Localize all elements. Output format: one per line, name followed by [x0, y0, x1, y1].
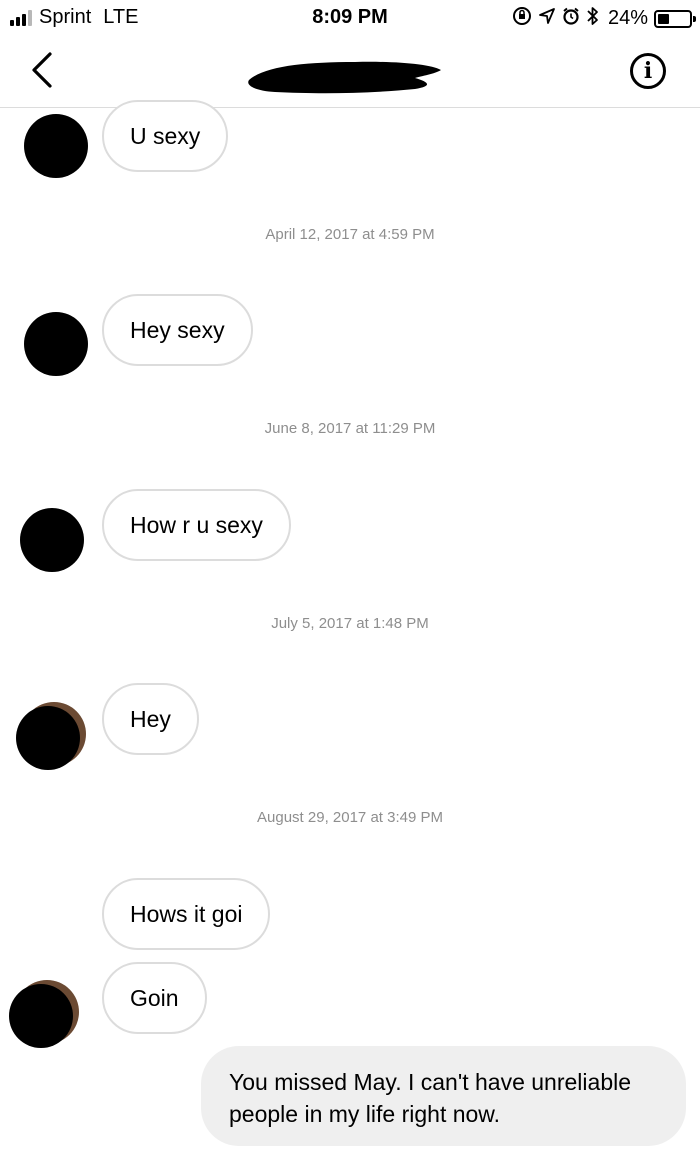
- chevron-left-icon: [32, 52, 52, 88]
- sender-avatar[interactable]: [24, 114, 88, 178]
- battery-tip: [693, 15, 696, 22]
- status-bar: Sprint LTE 8:09 PM 24%: [0, 0, 700, 34]
- incoming-message-bubble[interactable]: Goin: [102, 962, 207, 1034]
- battery-percent: 24%: [607, 7, 648, 29]
- sender-avatar[interactable]: [9, 984, 73, 1048]
- info-icon: i: [643, 58, 653, 84]
- bluetooth-icon: [586, 6, 600, 31]
- back-button[interactable]: [24, 50, 60, 90]
- conversation-header: i: [0, 34, 700, 108]
- message-timestamp: August 29, 2017 at 3:49 PM: [257, 809, 443, 826]
- message-thread: U sexy April 12, 2017 at 4:59 PM Hey sex…: [0, 100, 700, 1156]
- alarm-icon: [562, 7, 580, 30]
- status-right: 24%: [506, 6, 696, 31]
- incoming-message-bubble[interactable]: Hey sexy: [102, 294, 253, 366]
- battery-icon: [654, 9, 696, 28]
- contact-name-redacted[interactable]: [245, 56, 445, 101]
- rotation-lock-icon: [512, 6, 532, 31]
- message-timestamp: April 12, 2017 at 4:59 PM: [265, 226, 435, 243]
- incoming-message-bubble[interactable]: How r u sexy: [102, 489, 291, 561]
- sender-avatar[interactable]: [20, 508, 84, 572]
- outgoing-message-bubble[interactable]: You missed May. I can't have unreliable …: [201, 1046, 686, 1146]
- battery-fill: [658, 13, 669, 24]
- sender-avatar[interactable]: [24, 312, 88, 376]
- message-timestamp: June 8, 2017 at 11:29 PM: [264, 420, 436, 437]
- location-icon: [538, 7, 556, 30]
- incoming-message-bubble[interactable]: Hows it goi: [102, 878, 271, 950]
- info-button[interactable]: i: [630, 53, 666, 89]
- incoming-message-bubble[interactable]: U sexy: [102, 100, 229, 172]
- message-timestamp: July 5, 2017 at 1:48 PM: [271, 615, 429, 632]
- sender-avatar[interactable]: [16, 706, 80, 770]
- incoming-message-bubble[interactable]: Hey: [102, 683, 199, 755]
